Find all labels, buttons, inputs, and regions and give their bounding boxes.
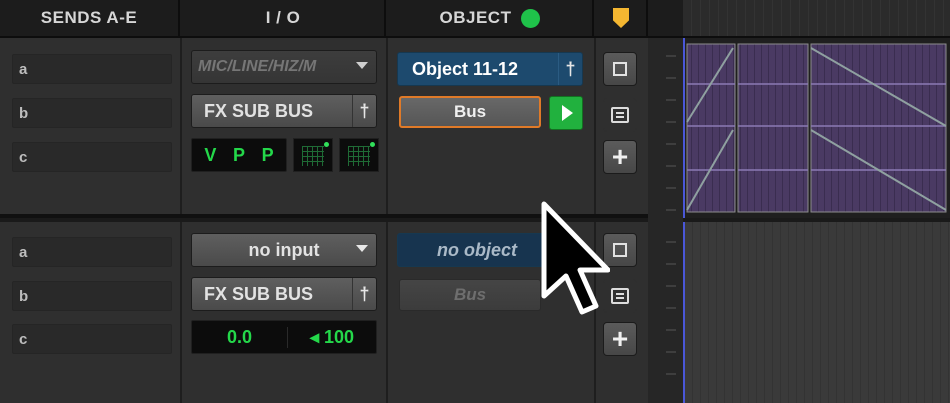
track-row-1: a b c MIC/LINE/HIZ/M FX SUB BUS † V P P … [0, 38, 683, 218]
object-selector[interactable]: Object 11-12 † [397, 52, 583, 86]
pin-icon: † [352, 278, 376, 310]
object-header-label: OBJECT [439, 8, 512, 27]
object-column-header[interactable]: OBJECT [388, 0, 594, 36]
column-divider [594, 38, 596, 214]
column-header-bar: SENDS A-E I / O OBJECT [0, 0, 950, 38]
orange-marker-icon [613, 8, 629, 28]
voice-indicator-v: V [204, 144, 217, 165]
timeline-ruler[interactable] [683, 0, 950, 36]
voice-indicator-p: P [261, 144, 274, 165]
send-slot-c[interactable]: c [12, 324, 172, 354]
led-icon [370, 142, 375, 147]
pin-icon: † [558, 53, 582, 85]
send-slot-b[interactable]: b [12, 281, 172, 311]
chevron-down-icon [356, 245, 368, 252]
volume-pan-display[interactable]: 0.0 ◂ 100 [191, 320, 377, 354]
panner-grid-2[interactable] [339, 138, 379, 172]
input-selector-label: MIC/LINE/HIZ/M [198, 58, 317, 75]
audio-clip [810, 43, 947, 213]
column-divider [386, 222, 388, 403]
send-slot-a[interactable]: a [12, 54, 172, 84]
chevron-down-icon [356, 62, 368, 69]
column-divider [386, 38, 388, 214]
output-selector[interactable]: FX SUB BUS † [191, 94, 377, 128]
object-selector[interactable]: no object [397, 233, 557, 267]
track-options-button[interactable] [603, 233, 637, 267]
bus-toggle-button[interactable]: Bus [399, 279, 541, 311]
play-icon [562, 105, 573, 121]
bus-toggle-button[interactable]: Bus [399, 96, 541, 128]
output-selector-label: FX SUB BUS [204, 283, 314, 304]
led-icon [324, 142, 329, 147]
audio-clip [686, 43, 736, 213]
column-divider [180, 38, 182, 214]
input-selector[interactable]: MIC/LINE/HIZ/M [191, 50, 377, 84]
panner-grid-icon [348, 146, 370, 166]
add-button[interactable]: + [603, 140, 637, 174]
list-icon [611, 107, 629, 123]
output-selector[interactable]: FX SUB BUS † [191, 277, 377, 311]
input-selector[interactable]: no input [191, 233, 377, 267]
column-divider [180, 222, 182, 403]
send-slot-b[interactable]: b [12, 98, 172, 128]
sends-column-header[interactable]: SENDS A-E [0, 0, 180, 36]
volume-value[interactable]: 0.0 [192, 326, 288, 348]
comments-button[interactable] [603, 98, 637, 132]
track-options-button[interactable] [603, 52, 637, 86]
object-selector-label: Object 11-12 [412, 58, 519, 79]
plus-icon: + [611, 141, 629, 172]
audio-clip [737, 43, 809, 213]
io-column-header[interactable]: I / O [182, 0, 386, 36]
comments-button[interactable] [603, 279, 637, 313]
pan-value[interactable]: ◂ 100 [288, 327, 376, 348]
square-icon [613, 243, 627, 257]
timeline-gutter [648, 38, 683, 403]
panner-grid-icon [302, 146, 324, 166]
marker-column-header[interactable] [596, 0, 648, 36]
voice-display[interactable]: V P P [191, 138, 287, 172]
column-divider [594, 222, 596, 403]
track-1-clip-lane[interactable] [683, 38, 950, 218]
voice-indicator-p: P [232, 144, 245, 165]
send-slot-a[interactable]: a [12, 237, 172, 267]
track-2-clip-lane[interactable] [683, 222, 950, 403]
square-icon [613, 62, 627, 76]
status-green-dot-icon [521, 8, 541, 28]
automation-clips [686, 43, 947, 213]
play-button[interactable] [549, 96, 583, 130]
output-selector-label: FX SUB BUS [204, 100, 314, 121]
add-button[interactable]: + [603, 322, 637, 356]
input-selector-label: no input [248, 239, 320, 260]
track-row-2: a b c no input FX SUB BUS † 0.0 ◂ 100 no… [0, 222, 683, 403]
pin-icon: † [352, 95, 376, 127]
plus-icon: + [611, 323, 629, 354]
tick-marks [666, 55, 676, 375]
list-icon [611, 288, 629, 304]
send-slot-c[interactable]: c [12, 142, 172, 172]
panner-grid-1[interactable] [293, 138, 333, 172]
